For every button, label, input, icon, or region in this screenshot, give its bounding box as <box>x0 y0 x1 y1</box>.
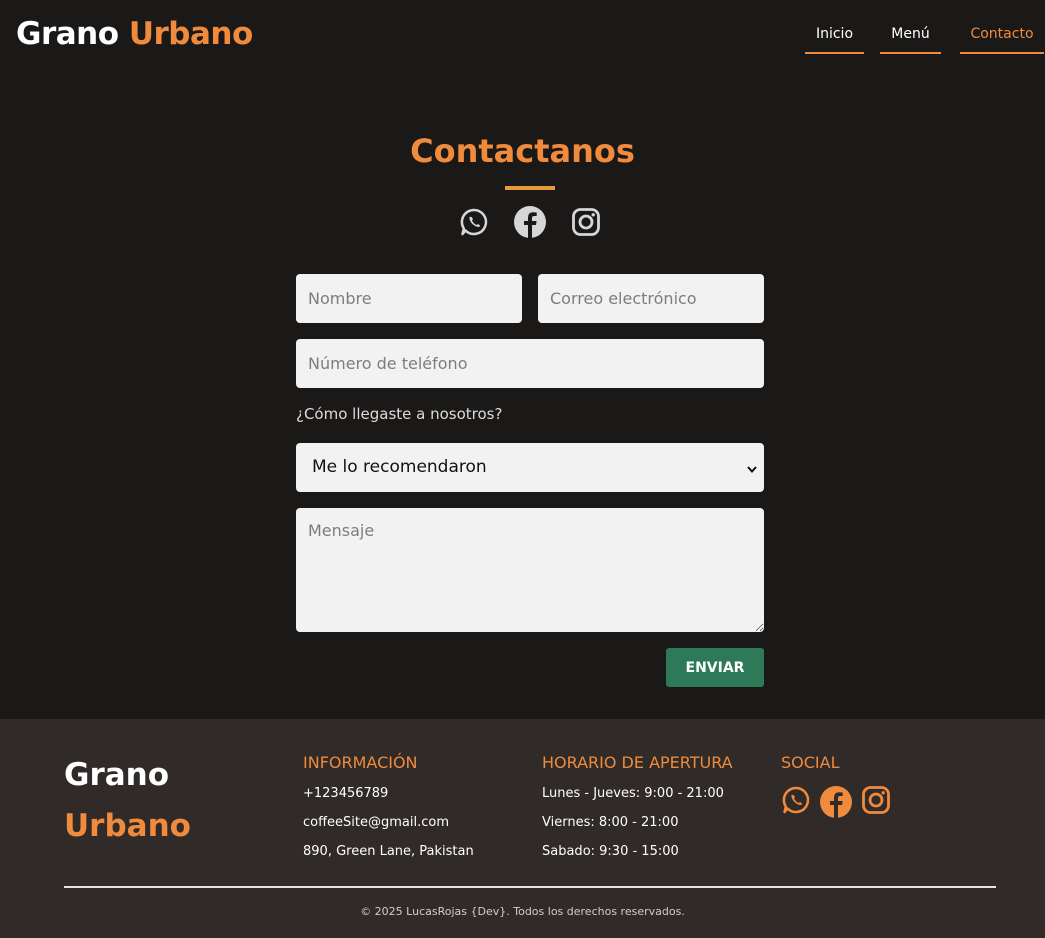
instagram-icon[interactable] <box>861 785 893 817</box>
hours-heading: HORARIO DE APERTURA <box>542 753 733 772</box>
info-phone: +123456789 <box>303 786 389 801</box>
footer-logo-grano: Grano <box>64 757 170 793</box>
copyright-text: © 2025 LucasRojas {Dev}. Todos los derec… <box>360 905 685 918</box>
site-footer: Grano Urbano INFORMACIÓN +123456789 coff… <box>0 719 1045 938</box>
social-heading: SOCIAL <box>781 753 840 772</box>
nav-link-menu[interactable]: Menú <box>880 22 941 54</box>
site-logo[interactable]: Grano Urbano <box>16 16 253 52</box>
title-underline <box>505 186 555 190</box>
message-textarea[interactable] <box>296 508 764 632</box>
hours-sat: Sabado: 9:30 - 15:00 <box>542 844 679 859</box>
logo-word-urbano: Urbano <box>128 16 253 52</box>
submit-button[interactable]: ENVIAR <box>666 648 764 687</box>
facebook-icon[interactable] <box>513 205 547 239</box>
hours-mon-thu: Lunes - Jueves: 9:00 - 21:00 <box>542 786 724 801</box>
contact-title: Contactanos <box>410 132 635 170</box>
source-question-label: ¿Cómo llegaste a nosotros? <box>296 405 503 423</box>
nav-link-inicio[interactable]: Inicio <box>805 22 864 54</box>
hours-fri: Viernes: 8:00 - 21:00 <box>542 815 679 830</box>
info-email: coffeeSite@gmail.com <box>303 815 450 830</box>
email-input[interactable] <box>538 274 764 323</box>
site-header: Grano Urbano Inicio Menú Contacto <box>0 0 1045 72</box>
source-select[interactable]: Me lo recomendaron <box>296 443 764 492</box>
logo-word-grano: Grano <box>16 16 119 52</box>
chevron-down-icon <box>746 460 758 479</box>
footer-logo-urbano: Urbano <box>64 808 191 844</box>
footer-divider <box>64 886 996 888</box>
source-select-value: Me lo recomendaron <box>312 457 487 477</box>
nav-link-contacto[interactable]: Contacto <box>960 22 1044 54</box>
instagram-icon[interactable] <box>569 205 603 239</box>
info-heading: INFORMACIÓN <box>303 753 418 772</box>
info-address: 890, Green Lane, Pakistan <box>303 844 474 859</box>
name-input[interactable] <box>296 274 522 323</box>
phone-input[interactable] <box>296 339 764 388</box>
facebook-icon[interactable] <box>819 785 852 819</box>
whatsapp-icon[interactable] <box>781 785 813 817</box>
whatsapp-icon[interactable] <box>457 205 491 239</box>
